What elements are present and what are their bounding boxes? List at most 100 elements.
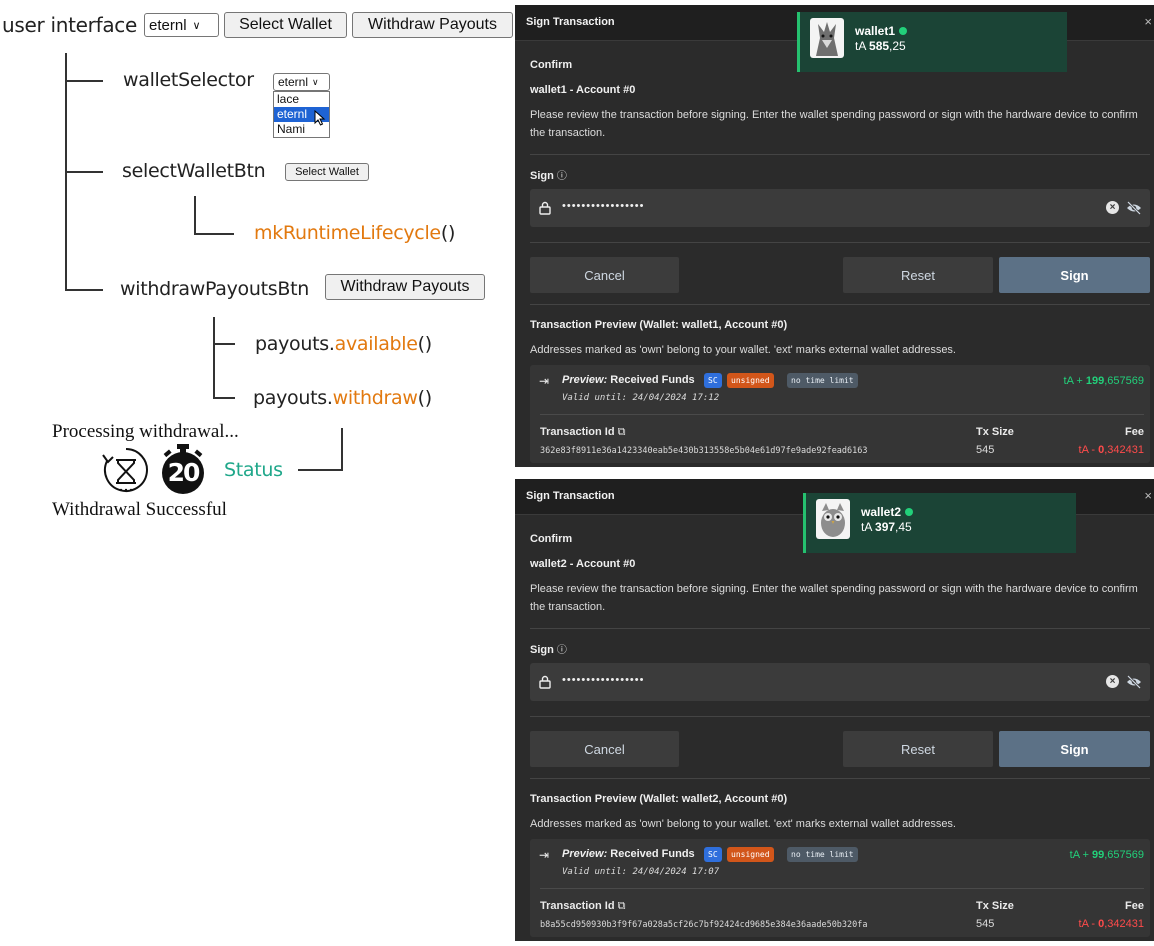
hourglass-icon <box>102 448 148 492</box>
eye-off-icon[interactable] <box>1126 675 1142 689</box>
password-field[interactable]: ••••••••••••••••• × <box>530 189 1150 227</box>
unsigned-badge: unsigned <box>727 373 774 388</box>
tx-title-italic: Preview: <box>562 848 608 860</box>
password-mask: ••••••••••••••••• <box>562 674 645 686</box>
payouts-object: payouts. <box>255 333 335 355</box>
tx-size-value: 545 <box>976 444 995 456</box>
reset-button[interactable]: Reset <box>843 257 993 293</box>
sign-section-label: Sign ⓘ <box>530 641 567 656</box>
root-withdraw-payouts-button[interactable]: Withdraw Payouts <box>352 12 513 38</box>
tx-title-italic: Preview: <box>562 374 608 386</box>
lock-icon <box>539 675 551 689</box>
tx-size-label: Tx Size <box>976 900 1014 912</box>
received-amount: tA + 199,657569 <box>1064 375 1144 387</box>
confirm-label: Confirm <box>530 533 573 545</box>
select-wallet-btn-label: selectWalletBtn <box>122 160 266 182</box>
sign-button[interactable]: Sign <box>999 731 1150 767</box>
sign-label-text: Sign <box>530 644 554 656</box>
clear-icon[interactable]: × <box>1106 675 1119 688</box>
divider <box>530 716 1150 717</box>
time-limit-badge: no time limit <box>787 847 858 862</box>
withdraw-payouts-button[interactable]: Withdraw Payouts <box>325 274 485 300</box>
transaction-preview-box: ⇥ Preview: Received Funds SC unsigned no… <box>530 839 1150 937</box>
divider <box>530 628 1150 629</box>
copy-icon[interactable]: ⧉ <box>618 426 626 438</box>
wallet-name: wallet1 <box>855 24 908 38</box>
tx-title-rest: Received Funds <box>607 848 695 860</box>
withdraw-payouts-btn-label: withdrawPayoutsBtn <box>120 278 309 300</box>
root-wallet-select[interactable]: eternl ∨ <box>144 13 219 37</box>
sign-button[interactable]: Sign <box>999 257 1150 293</box>
divider <box>530 778 1150 779</box>
branch-line <box>65 289 103 291</box>
timer-value: 20 <box>167 458 201 487</box>
transaction-preview-box: ⇥ Preview: Received Funds SC unsigned no… <box>530 365 1150 463</box>
password-mask: ••••••••••••••••• <box>562 200 645 212</box>
cancel-button[interactable]: Cancel <box>530 257 679 293</box>
branch-line <box>298 469 343 471</box>
branch-line <box>65 171 103 173</box>
runtime-lifecycle-call: mkRuntimeLifecycle() <box>254 222 455 244</box>
receive-icon: ⇥ <box>539 374 550 388</box>
wallet-selector-select[interactable]: eternl ∨ <box>273 73 330 91</box>
reset-button[interactable]: Reset <box>843 731 993 767</box>
sign-transaction-panel-2: Sign Transaction × wallet2 tA 397,45 Con… <box>515 479 1154 941</box>
time-limit-badge: no time limit <box>787 373 858 388</box>
cancel-button[interactable]: Cancel <box>530 731 679 767</box>
wallet-name-text: wallet1 <box>855 24 896 38</box>
valid-until: Valid until: 24/04/2024 17:07 <box>562 867 720 877</box>
txid-label-text: Transaction Id <box>540 426 615 438</box>
wallet-selector-value: eternl <box>278 75 309 89</box>
fee-prefix: tA - <box>1078 444 1099 456</box>
valid-until: Valid until: 24/04/2024 17:12 <box>562 393 720 403</box>
wallet-name-text: wallet2 <box>861 505 902 519</box>
fee-label: Fee <box>1125 900 1144 912</box>
clear-icon[interactable]: × <box>1106 201 1119 214</box>
processing-text: Processing withdrawal... <box>52 421 239 442</box>
mouse-cursor-icon <box>314 110 326 126</box>
balance-int: 585 <box>869 39 890 53</box>
withdraw-parens: () <box>417 387 433 409</box>
available-fn: available <box>334 333 418 355</box>
fee-label: Fee <box>1125 426 1144 438</box>
status-label: Status <box>224 459 283 481</box>
online-status-icon <box>899 27 908 35</box>
wallet-balance: tA 585,25 <box>855 39 906 53</box>
balance-prefix: tA <box>855 39 870 53</box>
select-wallet-button[interactable]: Select Wallet <box>285 163 369 181</box>
copy-icon[interactable]: ⧉ <box>618 900 626 912</box>
sign-label-text: Sign <box>530 170 554 182</box>
payouts-withdraw-call: payouts.withdraw() <box>253 387 432 409</box>
fee-dec: ,342431 <box>1104 918 1144 930</box>
wallet-option-lace[interactable]: lace <box>274 92 329 107</box>
close-icon[interactable]: × <box>1144 488 1152 503</box>
account-label: wallet2 - Account #0 <box>530 558 636 570</box>
divider <box>540 888 1144 889</box>
success-text: Withdrawal Successful <box>52 499 227 520</box>
tx-title: Preview: Received Funds <box>562 848 695 860</box>
amount-prefix: tA + <box>1069 849 1092 861</box>
runtime-lifecycle-fn: mkRuntimeLifecycle <box>254 222 441 244</box>
online-status-icon <box>905 508 914 516</box>
wallet-card: wallet1 tA 585,25 <box>797 12 1067 72</box>
tx-title-rest: Received Funds <box>607 374 695 386</box>
available-parens: () <box>417 333 433 355</box>
panel-title: Sign Transaction <box>526 490 615 502</box>
branch-line <box>194 196 196 235</box>
wallet-balance: tA 397,45 <box>861 520 912 534</box>
txid-label-text: Transaction Id <box>540 900 615 912</box>
close-icon[interactable]: × <box>1144 14 1152 29</box>
root-select-wallet-button[interactable]: Select Wallet <box>224 12 347 38</box>
lock-icon <box>539 201 551 215</box>
amount-int: 99 <box>1091 849 1105 861</box>
chevron-down-icon: ∨ <box>192 19 201 32</box>
preview-note: Addresses marked as 'own' belong to your… <box>530 344 956 356</box>
txid-label: Transaction Id ⧉ <box>540 426 626 439</box>
stopwatch-icon: 20 <box>159 443 207 495</box>
component-diagram: user interface eternl ∨ Select Wallet Wi… <box>0 0 515 946</box>
eye-off-icon[interactable] <box>1126 201 1142 215</box>
preview-title: Transaction Preview (Wallet: wallet1, Ac… <box>530 319 788 331</box>
runtime-parens: () <box>440 222 456 244</box>
tx-size-value: 545 <box>976 918 995 930</box>
password-field[interactable]: ••••••••••••••••• × <box>530 663 1150 701</box>
